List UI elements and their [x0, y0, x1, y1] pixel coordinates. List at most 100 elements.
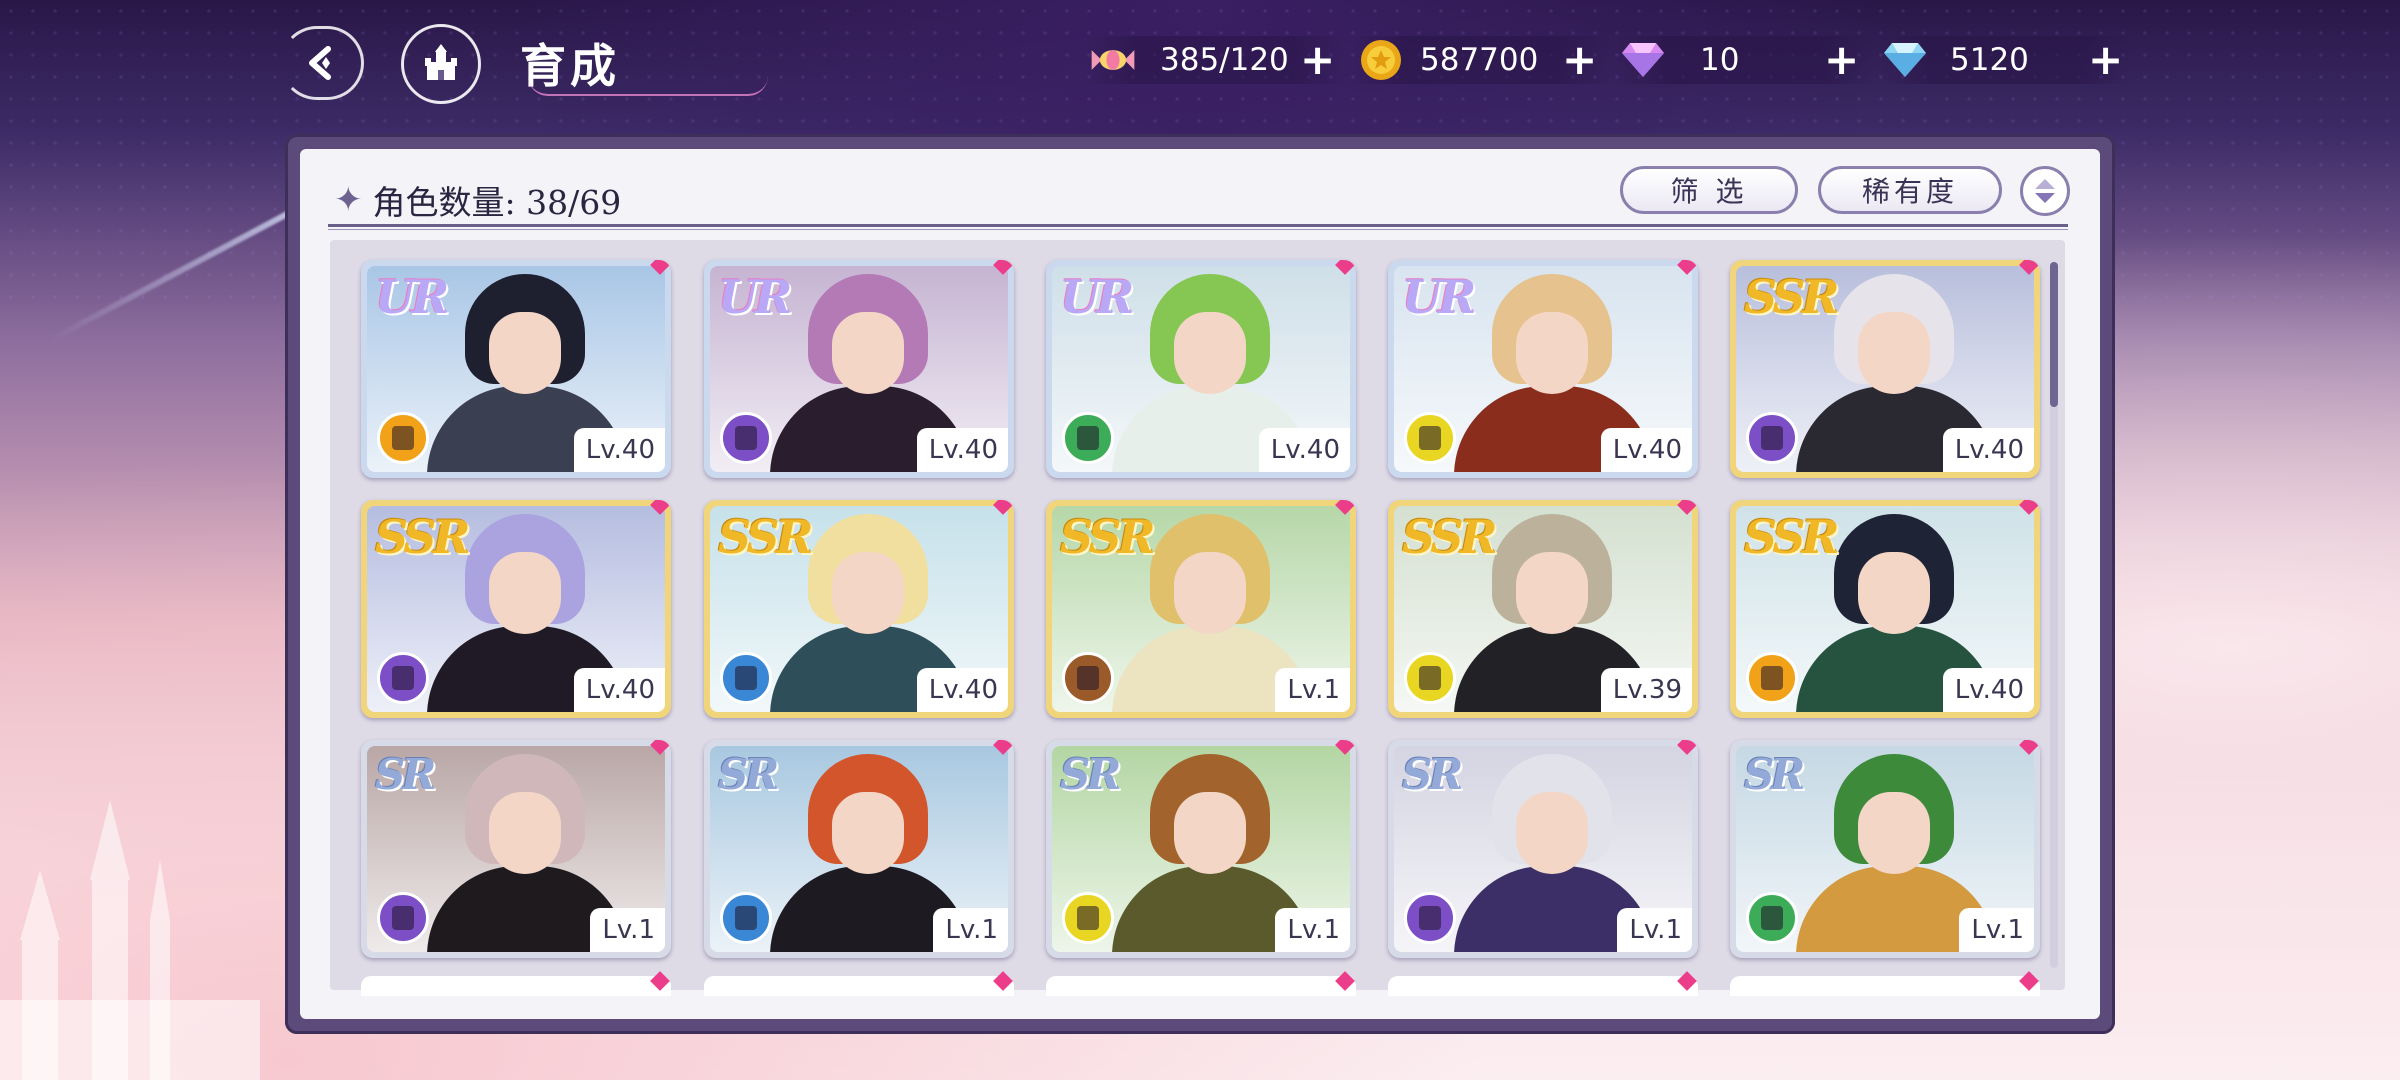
- character-portrait: SSR Lv.40: [710, 506, 1008, 712]
- character-portrait: SR Lv.1: [1394, 746, 1692, 952]
- character-portrait: UR Lv.40: [367, 266, 665, 472]
- level-label: Lv.40: [1258, 428, 1350, 472]
- back-button[interactable]: [280, 26, 364, 100]
- character-count: ✦ 角色数量: 38/69: [334, 176, 621, 224]
- character-card[interactable]: SR Lv.1: [361, 740, 671, 958]
- currency-pink-diamond: [1620, 36, 1666, 84]
- level-label: Lv.40: [1600, 428, 1692, 472]
- character-card[interactable]: SSR Lv.40: [1730, 500, 2040, 718]
- level-label: Lv.1: [590, 908, 665, 952]
- character-portrait: SSR Lv.39: [1394, 506, 1692, 712]
- castle-silhouette: [0, 800, 260, 1080]
- level-label: Lv.1: [1275, 908, 1350, 952]
- filter-button[interactable]: 筛 选: [1620, 166, 1798, 214]
- level-label: Lv.1: [1959, 908, 2034, 952]
- castle-icon: [425, 44, 457, 80]
- level-label: Lv.40: [916, 428, 1008, 472]
- character-card-partial[interactable]: [1388, 971, 1698, 996]
- rarity-badge: SSR: [1402, 510, 1498, 564]
- character-portrait: SSR Lv.1: [1052, 506, 1350, 712]
- character-card-partial[interactable]: [1730, 971, 2040, 996]
- character-card[interactable]: SSR Lv.40: [704, 500, 1014, 718]
- blue-diamond-icon: [1882, 37, 1928, 83]
- character-card[interactable]: SSR Lv.40: [1730, 260, 2040, 478]
- rarity-badge: SSR: [1744, 510, 1840, 564]
- character-card-partial[interactable]: [704, 971, 1014, 996]
- attribute-icon: [1746, 412, 1798, 464]
- attribute-icon: [377, 412, 429, 464]
- sort-order-button[interactable]: [2020, 166, 2070, 216]
- character-portrait: SSR Lv.40: [1736, 506, 2034, 712]
- character-card[interactable]: UR Lv.40: [1046, 260, 1356, 478]
- gold-coin-icon: [1358, 37, 1404, 83]
- attribute-icon: [377, 892, 429, 944]
- rarity-badge: SSR: [1744, 270, 1840, 324]
- character-card-partial[interactable]: [361, 971, 671, 996]
- rarity-badge: SSR: [1060, 510, 1156, 564]
- pink-diamond-value: 10: [1700, 42, 1740, 78]
- character-card[interactable]: SR Lv.1: [1046, 740, 1356, 958]
- rarity-badge: SR: [1060, 750, 1121, 799]
- candy-icon: [1090, 37, 1136, 83]
- title-decoration: [528, 76, 768, 96]
- rarity-badge: UR: [718, 270, 792, 324]
- rarity-badge: SR: [1402, 750, 1463, 799]
- character-portrait: SR Lv.1: [367, 746, 665, 952]
- attribute-icon: [720, 892, 772, 944]
- rarity-badge: SR: [375, 750, 436, 799]
- rarity-sort-button[interactable]: 稀有度: [1818, 166, 2002, 214]
- currency-blue-diamond: [1882, 36, 1928, 84]
- rarity-badge: UR: [1060, 270, 1134, 324]
- level-label: Lv.1: [1617, 908, 1692, 952]
- character-card[interactable]: UR Lv.40: [361, 260, 671, 478]
- grid-scrollbar-thumb[interactable]: [2050, 262, 2058, 407]
- add-pink-diamond-button[interactable]: +: [1824, 39, 1859, 81]
- character-portrait: SR Lv.1: [1052, 746, 1350, 952]
- stamina-value: 385/120: [1160, 42, 1289, 78]
- attribute-icon: [1062, 892, 1114, 944]
- character-card[interactable]: SSR Lv.1: [1046, 500, 1356, 718]
- rarity-badge: SSR: [718, 510, 814, 564]
- character-portrait: SR Lv.1: [710, 746, 1008, 952]
- character-portrait: UR Lv.40: [1394, 266, 1692, 472]
- sparkle-icon: ✦: [334, 180, 363, 220]
- currency-stamina: [1090, 36, 1136, 84]
- character-card[interactable]: SR Lv.1: [1388, 740, 1698, 958]
- level-label: Lv.1: [1275, 668, 1350, 712]
- character-portrait: SSR Lv.40: [367, 506, 665, 712]
- character-card[interactable]: SR Lv.1: [1730, 740, 2040, 958]
- rarity-badge: UR: [1402, 270, 1476, 324]
- attribute-icon: [377, 652, 429, 704]
- character-card[interactable]: UR Lv.40: [704, 260, 1014, 478]
- add-blue-diamond-button[interactable]: +: [2088, 39, 2123, 81]
- level-label: Lv.40: [1942, 428, 2034, 472]
- character-portrait: UR Lv.40: [1052, 266, 1350, 472]
- attribute-icon: [1404, 892, 1456, 944]
- gold-value: 587700: [1420, 42, 1539, 78]
- add-gold-button[interactable]: +: [1562, 39, 1597, 81]
- add-stamina-button[interactable]: +: [1300, 39, 1335, 81]
- home-button[interactable]: [401, 24, 481, 104]
- attribute-icon: [1404, 652, 1456, 704]
- character-portrait: SSR Lv.40: [1736, 266, 2034, 472]
- currency-gold: [1358, 36, 1404, 84]
- top-bar: 育成 385/120 + 587700 + 10 + 5120 +: [0, 0, 2400, 120]
- back-arrow-icon: [309, 46, 331, 80]
- character-card-partial[interactable]: [1046, 971, 1356, 996]
- character-card[interactable]: SR Lv.1: [704, 740, 1014, 958]
- character-card[interactable]: SSR Lv.40: [361, 500, 671, 718]
- level-label: Lv.39: [1600, 668, 1692, 712]
- rarity-badge: SR: [718, 750, 779, 799]
- rarity-badge: SSR: [375, 510, 471, 564]
- character-card[interactable]: UR Lv.40: [1388, 260, 1698, 478]
- character-count-label: 角色数量: 38/69: [372, 183, 622, 222]
- attribute-icon: [1062, 652, 1114, 704]
- rarity-badge: SR: [1744, 750, 1805, 799]
- character-card[interactable]: SSR Lv.39: [1388, 500, 1698, 718]
- attribute-icon: [720, 652, 772, 704]
- character-portrait: UR Lv.40: [710, 266, 1008, 472]
- character-portrait: SR Lv.1: [1736, 746, 2034, 952]
- attribute-icon: [1062, 412, 1114, 464]
- level-label: Lv.40: [916, 668, 1008, 712]
- rarity-badge: UR: [375, 270, 449, 324]
